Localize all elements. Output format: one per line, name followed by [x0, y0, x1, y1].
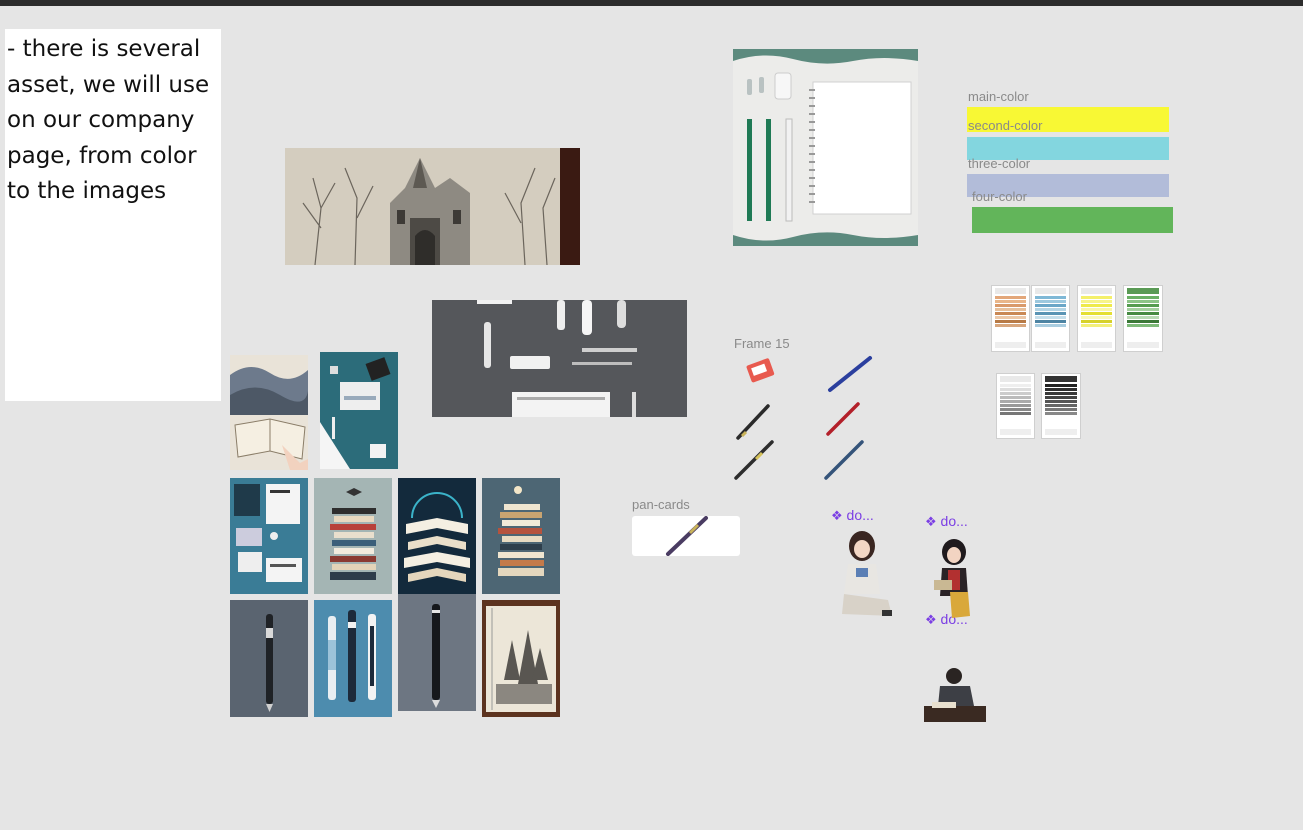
color-label-three: three-color	[968, 156, 1031, 171]
frame-15[interactable]	[734, 354, 884, 484]
color-label-main: main-color	[968, 89, 1029, 104]
office-flatlay-art	[230, 478, 308, 594]
color-swatch-four[interactable]	[972, 207, 1173, 233]
stationery-flatlay-art	[432, 300, 687, 417]
stationery-flatlay-image[interactable]	[432, 300, 687, 417]
color-style-sheet-blue[interactable]	[1031, 285, 1070, 352]
pan-cards-label[interactable]: pan-cards	[632, 497, 690, 512]
component-diamond-icon: ❖	[831, 508, 843, 523]
pan-card-pen-art	[666, 516, 708, 556]
character-girl-reading-art	[934, 539, 970, 618]
open-book-reading-image[interactable]	[230, 355, 308, 470]
teal-desk-flatlay-image[interactable]	[320, 352, 398, 469]
pan-cards-frame[interactable]	[632, 516, 740, 556]
frame-15-pens-art	[734, 356, 872, 480]
castle-sketch-image[interactable]	[285, 148, 580, 265]
forest-book-sketch-image[interactable]	[482, 600, 560, 717]
castle-sketch-art	[285, 148, 580, 265]
color-label-second: second-color	[968, 118, 1043, 133]
color-style-sheet-gray[interactable]	[996, 373, 1035, 439]
notebook-pencils-image[interactable]	[733, 49, 918, 246]
open-books-dark-image[interactable]	[398, 478, 476, 594]
color-style-sheet-yellow[interactable]	[1077, 285, 1116, 352]
notebook-art	[733, 49, 918, 246]
books-stack-light-image[interactable]	[314, 478, 392, 594]
color-style-sheet-orange[interactable]	[991, 285, 1030, 352]
character-girl-sitting-art	[842, 531, 892, 616]
character-boy-desk-art	[924, 668, 986, 722]
component-instance-1[interactable]: ❖ do...	[831, 507, 874, 524]
component-label: do...	[846, 507, 874, 523]
top-toolbar-strip	[0, 0, 1303, 6]
single-pen-black-image[interactable]	[398, 594, 476, 711]
frame-15-label[interactable]: Frame 15	[734, 336, 790, 351]
component-instance-2[interactable]: ❖ do...	[925, 513, 968, 530]
books-stack-moon-image[interactable]	[482, 478, 560, 594]
component-label: do...	[940, 513, 968, 529]
forest-book-sketch-art	[482, 600, 560, 717]
color-style-sheet-dark[interactable]	[1041, 373, 1081, 439]
single-pen-gray-image[interactable]	[230, 600, 308, 717]
open-books-dark-art	[398, 478, 476, 594]
color-style-sheet-green[interactable]	[1123, 285, 1163, 352]
pens-blue-art	[314, 600, 392, 717]
teal-desk-flatlay-art	[320, 352, 398, 469]
pens-blue-image[interactable]	[314, 600, 392, 717]
office-flatlay-image[interactable]	[230, 478, 308, 594]
character-boy-desk-image[interactable]	[924, 666, 986, 722]
sticky-note[interactable]: - there is several asset, we will use on…	[5, 29, 221, 401]
books-stack-moon-art	[482, 478, 560, 594]
single-pen-black-art	[398, 594, 476, 711]
books-stack-light-art	[314, 478, 392, 594]
color-label-four: four-color	[972, 189, 1027, 204]
character-girl-sitting-image[interactable]	[838, 530, 894, 620]
character-girl-reading-image[interactable]	[928, 538, 972, 620]
open-book-reading-art	[230, 355, 308, 470]
single-pen-gray-art	[230, 600, 308, 717]
component-diamond-icon: ❖	[925, 514, 937, 529]
